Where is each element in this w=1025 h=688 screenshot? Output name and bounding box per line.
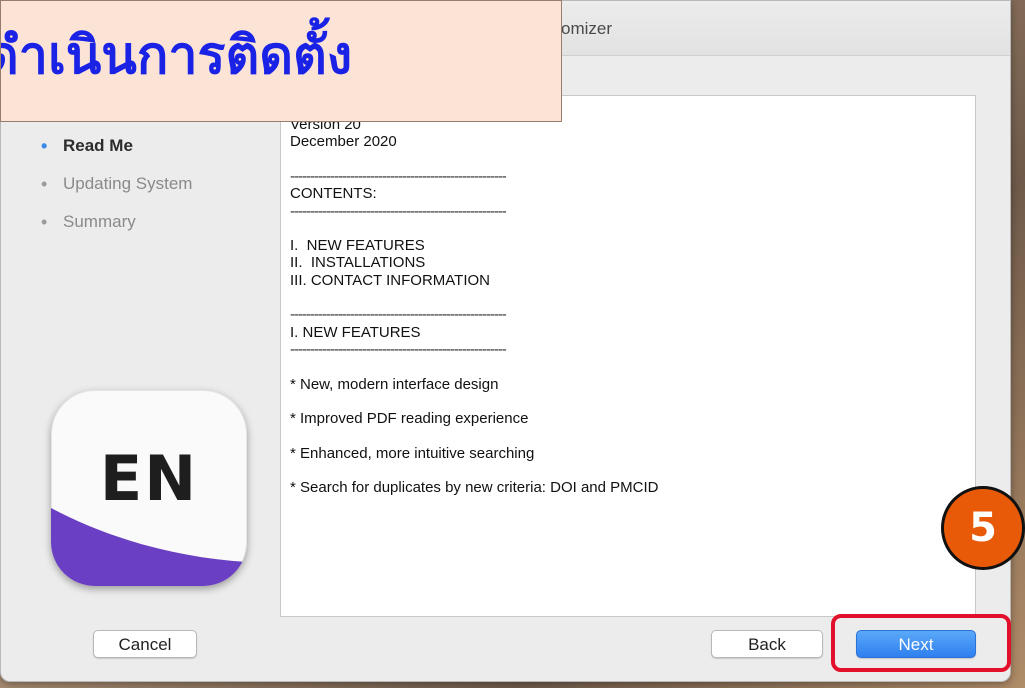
readme-line: III. CONTACT INFORMATION (290, 271, 490, 289)
step-read-me: • Read Me (41, 135, 192, 173)
readme-line: * Enhanced, more intuitive searching (290, 444, 535, 462)
readme-line: * Search for duplicates by new criteria:… (290, 479, 659, 497)
step-label: Updating System (63, 174, 193, 193)
readme-text-area[interactable]: Version 20 December 2020 -----------------… (280, 95, 976, 617)
step-summary: • Summary (41, 211, 192, 249)
next-button-highlight (831, 614, 1011, 672)
readme-line: * New, modern interface design (290, 375, 499, 393)
readme-separator: ----------------------------------------… (290, 202, 507, 220)
readme-line: December 2020 (290, 133, 397, 151)
instruction-banner: ดำเนินการติดตั้ง (0, 0, 562, 122)
readme-line: II. INSTALLATIONS (290, 254, 426, 272)
window-title: omizer (561, 19, 613, 38)
banner-text: ดำเนินการติดตั้ง (0, 26, 353, 86)
readme-line: * Improved PDF reading experience (290, 410, 529, 428)
readme-separator: ----------------------------------------… (290, 340, 507, 358)
step-label: Read Me (63, 136, 133, 155)
readme-line: I. NEW FEATURES (290, 323, 421, 341)
back-button[interactable]: Back (711, 630, 823, 658)
readme-line: I. NEW FEATURES (290, 237, 425, 255)
step-label: Summary (63, 212, 136, 231)
readme-separator: ----------------------------------------… (290, 167, 507, 185)
installer-steps: • Read Me • Updating System • Summary (41, 135, 192, 249)
step-bullet-icon: • (41, 136, 48, 156)
readme-line: CONTENTS: (290, 185, 377, 203)
step-updating-system: • Updating System (41, 173, 192, 211)
step-bullet-icon: • (41, 212, 48, 232)
step-number-badge: 5 (941, 486, 1025, 570)
cancel-button[interactable]: Cancel (93, 630, 197, 658)
endnote-app-icon: EN (51, 390, 247, 586)
step-bullet-icon: • (41, 174, 48, 194)
readme-separator: ----------------------------------------… (290, 306, 507, 324)
app-icon-letters: EN (99, 442, 199, 515)
